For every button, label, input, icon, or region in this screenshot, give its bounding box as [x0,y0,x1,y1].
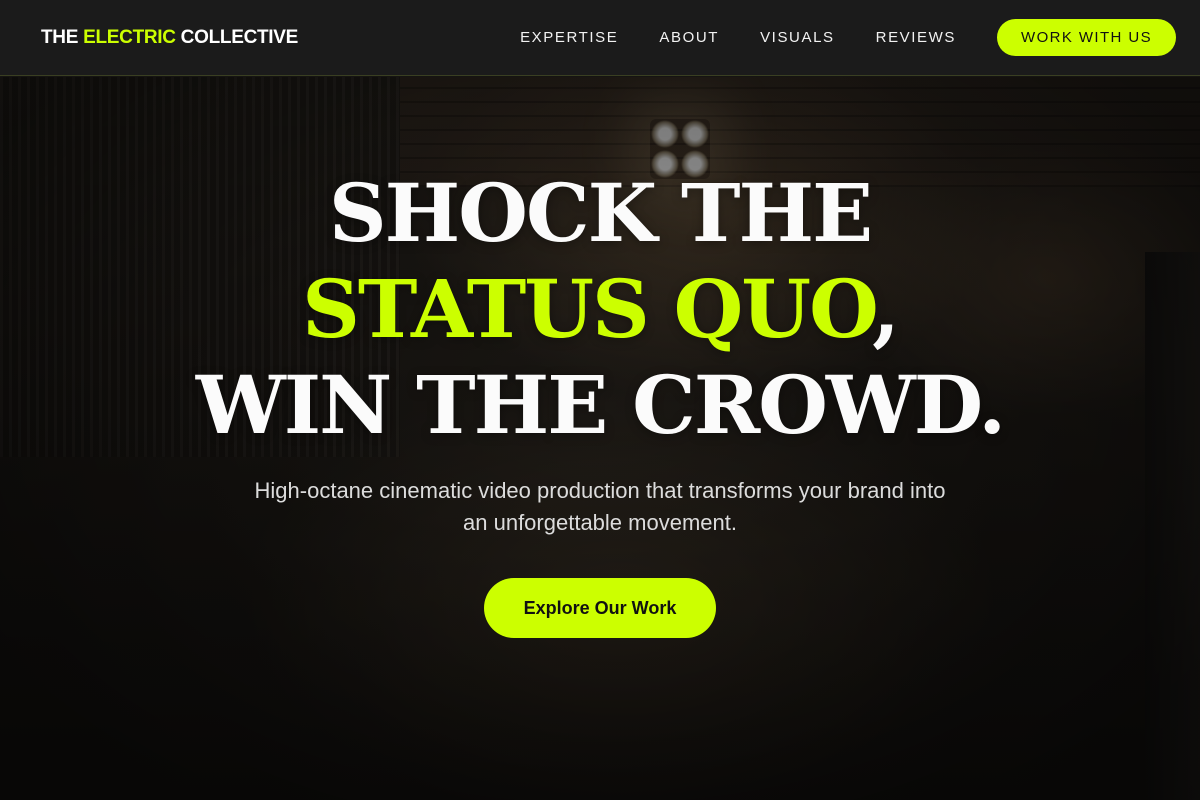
main-nav: EXPERTISE ABOUT VISUALS REVIEWS WORK WIT… [520,19,1176,56]
nav-item-expertise[interactable]: EXPERTISE [520,29,618,46]
explore-our-work-button[interactable]: Explore Our Work [484,578,716,638]
nav-item-visuals[interactable]: VISUALS [760,29,835,46]
site-header: THE ELECTRIC COLLECTIVE EXPERTISE ABOUT … [0,0,1200,76]
hero-subtext: High-octane cinematic video production t… [254,478,946,535]
hero-headline: SHOCK THE STATUS QUO, WIN THE CROWD. [0,165,1200,453]
headline-accent: STATUS QUO [302,262,874,356]
brand-highlight: ELECTRIC [83,26,176,48]
nav-item-about[interactable]: ABOUT [659,29,719,46]
nav-item-reviews[interactable]: REVIEWS [876,29,956,46]
brand-logo[interactable]: THE ELECTRIC COLLECTIVE [41,27,298,49]
headline-line-1: SHOCK THE [328,166,873,260]
headline-line-2: STATUS QUO, [0,261,1200,357]
brand-prefix: THE [41,26,84,48]
headline-line-3: WIN THE CROWD. [195,358,1006,452]
work-with-us-button[interactable]: WORK WITH US [997,19,1176,56]
headline-comma: , [872,262,900,356]
brand-suffix: COLLECTIVE [175,26,299,48]
